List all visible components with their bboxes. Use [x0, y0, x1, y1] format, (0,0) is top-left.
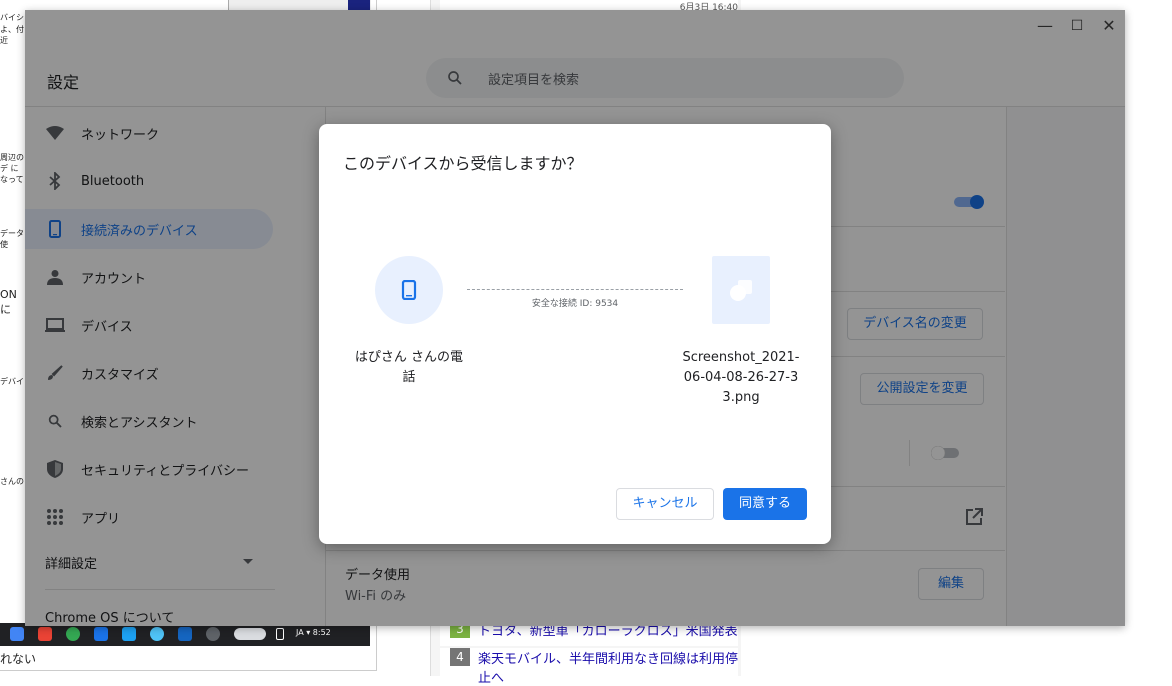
tote-icon[interactable] [234, 628, 266, 640]
accept-button[interactable]: 同意する [723, 488, 807, 520]
files-icon[interactable] [10, 627, 24, 641]
background-window-tab-accent [348, 0, 370, 10]
bg-fragment: よ、付近 [0, 25, 24, 45]
file-thumbnail [712, 256, 770, 324]
youtube-icon[interactable] [38, 627, 52, 641]
image-file-icon [730, 280, 752, 301]
status-area[interactable]: JA ▾ 8:52 [296, 628, 331, 637]
device-avatar [375, 256, 443, 324]
twitter-icon[interactable] [122, 627, 136, 641]
cloud-icon[interactable] [150, 627, 164, 641]
bg-fragment: データ使 [0, 229, 24, 249]
bg-fragment: ONに [0, 288, 17, 316]
news-title: 楽天モバイル、半年間利用なき回線は利用停止へ [478, 652, 739, 686]
news-item[interactable]: 4 楽天モバイル、半年間利用なき回線は利用停止へ [440, 648, 738, 686]
shelf: JA ▾ 8:52 [0, 623, 370, 646]
file-name: Screenshot_2021-06-04-08-26-27-33.png [682, 350, 800, 405]
sender-device-name: はぴさん さんの電話 [354, 350, 464, 385]
play-store-icon[interactable] [66, 627, 80, 641]
connection-line [467, 289, 683, 290]
news-rank: 4 [450, 648, 470, 666]
dialog-title: このデバイスから受信しますか？ [343, 154, 583, 173]
phone-hub-icon[interactable] [276, 628, 284, 640]
secure-connection-id: 安全な接続 ID: 9534 [531, 299, 619, 309]
receive-dialog: このデバイスから受信しますか？ はぴさん さんの電話 安全な接続 ID: 953… [319, 124, 831, 544]
bg-fragment: バイシ [0, 13, 24, 22]
bg-bottom-text: れない [0, 652, 37, 666]
app-icon[interactable] [178, 627, 192, 641]
bg-fragment: さんの [0, 477, 24, 486]
bg-fragment: デバイ [0, 377, 24, 386]
bg-fragment: 周辺のデ になって [0, 153, 24, 184]
phone-icon [401, 280, 417, 300]
app-icon[interactable] [94, 627, 108, 641]
bg-time: 6月3日 16:40 [440, 0, 738, 13]
cancel-button[interactable]: キャンセル [616, 488, 714, 520]
settings-icon[interactable] [206, 627, 220, 641]
